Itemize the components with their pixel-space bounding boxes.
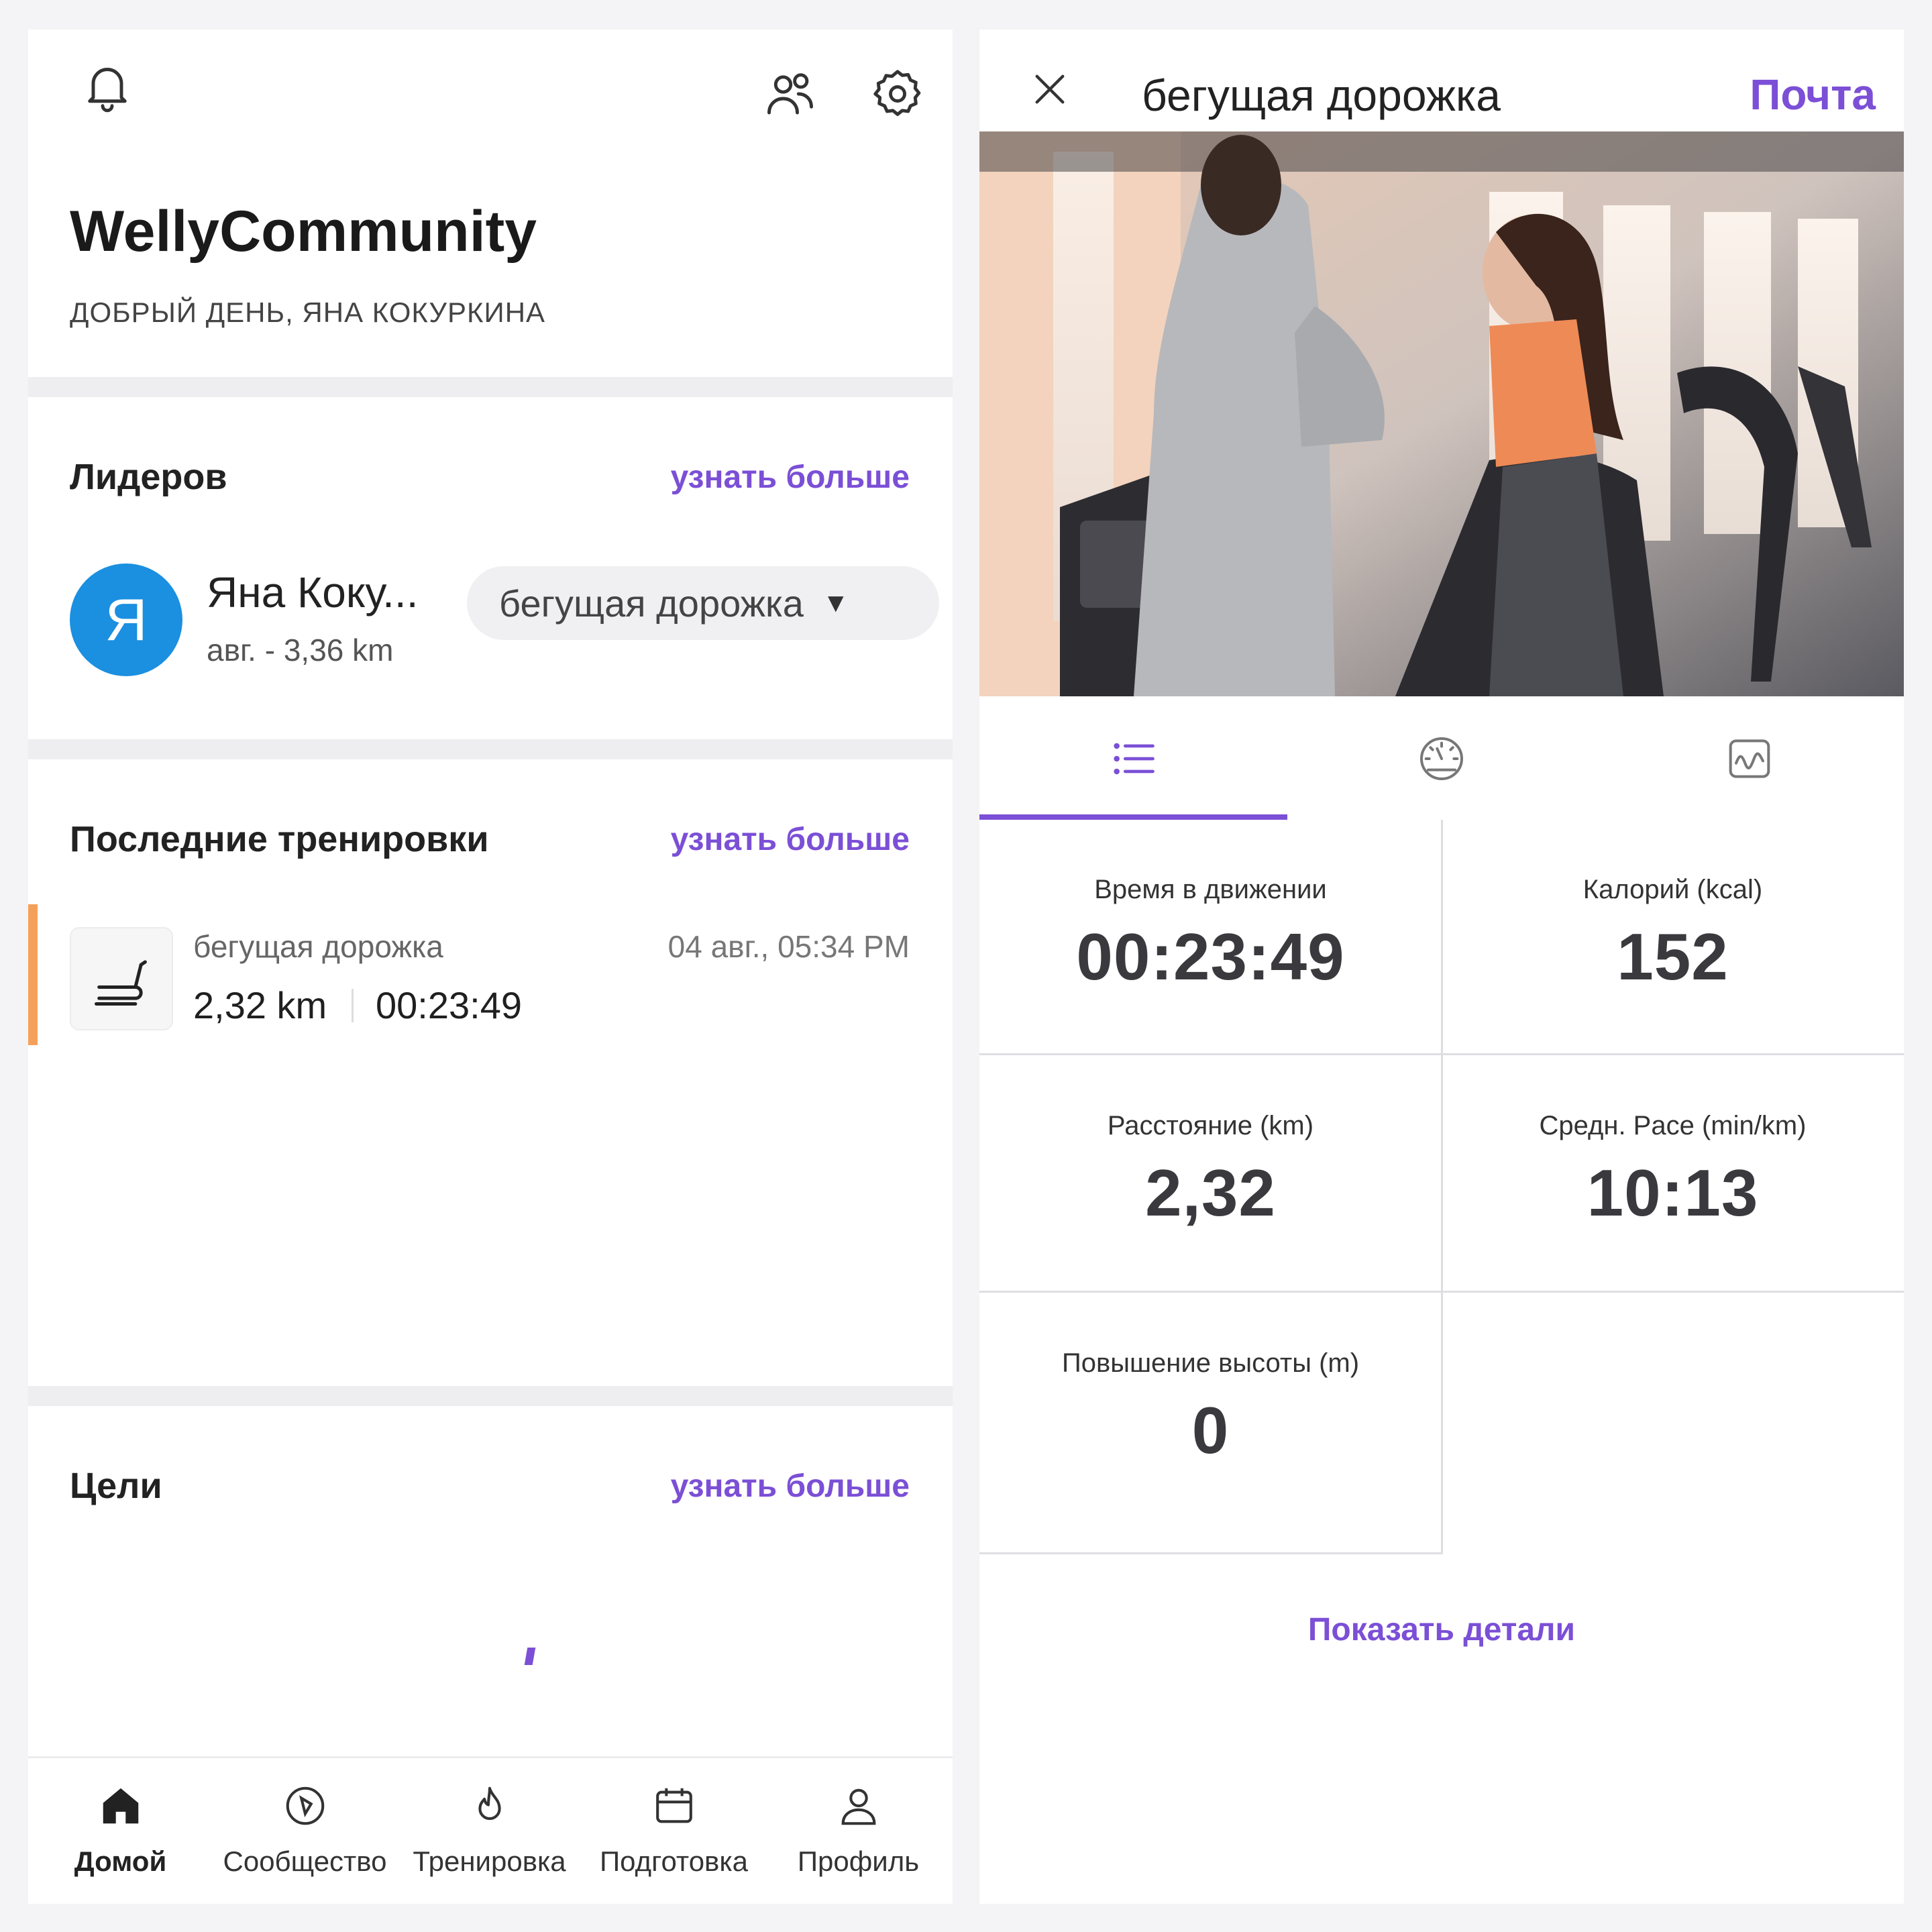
user-icon xyxy=(835,1782,882,1833)
brand-title: WellyCommunity xyxy=(70,199,537,264)
workout-duration: 00:23:49 xyxy=(376,984,522,1026)
recent-workouts-title: Последние тренировки xyxy=(70,819,489,859)
section-divider xyxy=(28,1386,953,1406)
nav-training-label: Подготовка xyxy=(599,1845,749,1877)
detail-tabs xyxy=(979,696,1904,821)
close-icon[interactable] xyxy=(1013,52,1087,126)
activity-select[interactable]: бегущая дорожка ▼ xyxy=(467,566,939,640)
nav-training[interactable]: Подготовка xyxy=(582,1758,766,1892)
activity-select-value: бегущая дорожка xyxy=(499,582,804,625)
workout-name[interactable]: бегущая дорожка xyxy=(193,928,443,965)
detail-title: бегущая дорожка xyxy=(1142,70,1501,120)
workout-detail-screen: бегущая дорожка Почта Время в движении 0… xyxy=(979,30,1904,1904)
greeting: ДОБРЫЙ ДЕНЬ, ЯНА КОКУРКИНА xyxy=(70,297,546,328)
leader-name: Яна Коку... xyxy=(207,568,419,616)
grid-line xyxy=(979,1552,1442,1554)
tab-summary[interactable] xyxy=(979,696,1287,821)
tab-performance[interactable] xyxy=(1287,696,1595,821)
avatar[interactable]: Я xyxy=(70,564,182,676)
active-tab-indicator xyxy=(979,814,1287,820)
stat-calories: Калорий (kcal) 152 xyxy=(1442,820,1904,1056)
leader-stat: авг. - 3,36 km xyxy=(207,633,394,667)
people-icon[interactable] xyxy=(749,52,832,136)
treadmill-icon xyxy=(70,927,173,1030)
stat-avg-pace: Средн. Pace (min/km) 10:13 xyxy=(1442,1056,1904,1292)
gear-icon[interactable] xyxy=(856,52,939,136)
stat-label: Расстояние (km) xyxy=(1107,1111,1314,1140)
workout-accent-bar xyxy=(28,904,38,1045)
section-divider xyxy=(28,739,953,759)
workout-photo xyxy=(979,131,1904,696)
nav-workout-label: Тренировка xyxy=(413,1845,566,1877)
nav-profile[interactable]: Профиль xyxy=(766,1758,951,1892)
caret-down-icon: ▼ xyxy=(822,588,849,618)
chart-wave-icon xyxy=(1729,739,1770,778)
gauge-icon xyxy=(1419,737,1463,780)
home-screen: WellyCommunity ДОБРЫЙ ДЕНЬ, ЯНА КОКУРКИН… xyxy=(28,30,953,1904)
nav-community-label: Сообщество xyxy=(223,1845,387,1877)
goals-title: Цели xyxy=(70,1466,162,1506)
leaders-more-link[interactable]: узнать больше xyxy=(671,459,910,496)
bell-icon[interactable] xyxy=(66,44,149,127)
nav-home-label: Домой xyxy=(74,1845,167,1877)
loading-indicator xyxy=(524,1648,536,1665)
stat-label: Средн. Pace (min/km) xyxy=(1539,1111,1807,1140)
stat-value: 10:13 xyxy=(1587,1156,1759,1230)
show-details-link[interactable]: Показать детали xyxy=(979,1611,1904,1648)
stat-value: 152 xyxy=(1617,920,1729,994)
nav-workout[interactable]: Тренировка xyxy=(397,1758,582,1892)
tab-chart[interactable] xyxy=(1595,696,1903,821)
recent-more-link[interactable]: узнать больше xyxy=(671,821,910,858)
section-divider xyxy=(28,377,953,397)
calendar-icon xyxy=(651,1782,698,1833)
workout-datetime: 04 авг., 05:34 PM xyxy=(667,929,910,964)
home-icon xyxy=(97,1782,144,1833)
bottom-nav: Домой Сообщество Тренировка Подготовка П… xyxy=(28,1756,953,1904)
leaders-title: Лидеров xyxy=(70,457,227,497)
compass-icon xyxy=(282,1782,329,1833)
nav-home[interactable]: Домой xyxy=(28,1758,213,1892)
stat-value: 2,32 xyxy=(1145,1156,1276,1230)
nav-profile-label: Профиль xyxy=(797,1845,920,1877)
stat-elevation-gain: Повышение высоты (m) 0 xyxy=(979,1293,1442,1529)
mail-button[interactable]: Почта xyxy=(1750,70,1876,119)
list-icon xyxy=(1113,743,1155,775)
stat-distance: Расстояние (km) 2,32 xyxy=(979,1056,1442,1292)
nav-community[interactable]: Сообщество xyxy=(213,1758,397,1892)
stat-label: Время в движении xyxy=(1094,875,1327,904)
stat-separator xyxy=(352,989,354,1022)
flame-icon xyxy=(466,1782,513,1833)
workout-distance: 2,32 km xyxy=(193,984,327,1026)
stat-label: Повышение высоты (m) xyxy=(1061,1348,1360,1378)
stat-moving-time: Время в движении 00:23:49 xyxy=(979,820,1442,1056)
stat-value: 00:23:49 xyxy=(1076,920,1345,994)
stat-label: Калорий (kcal) xyxy=(1582,875,1763,904)
goals-more-link[interactable]: узнать больше xyxy=(671,1468,910,1505)
stat-value: 0 xyxy=(1191,1393,1230,1467)
